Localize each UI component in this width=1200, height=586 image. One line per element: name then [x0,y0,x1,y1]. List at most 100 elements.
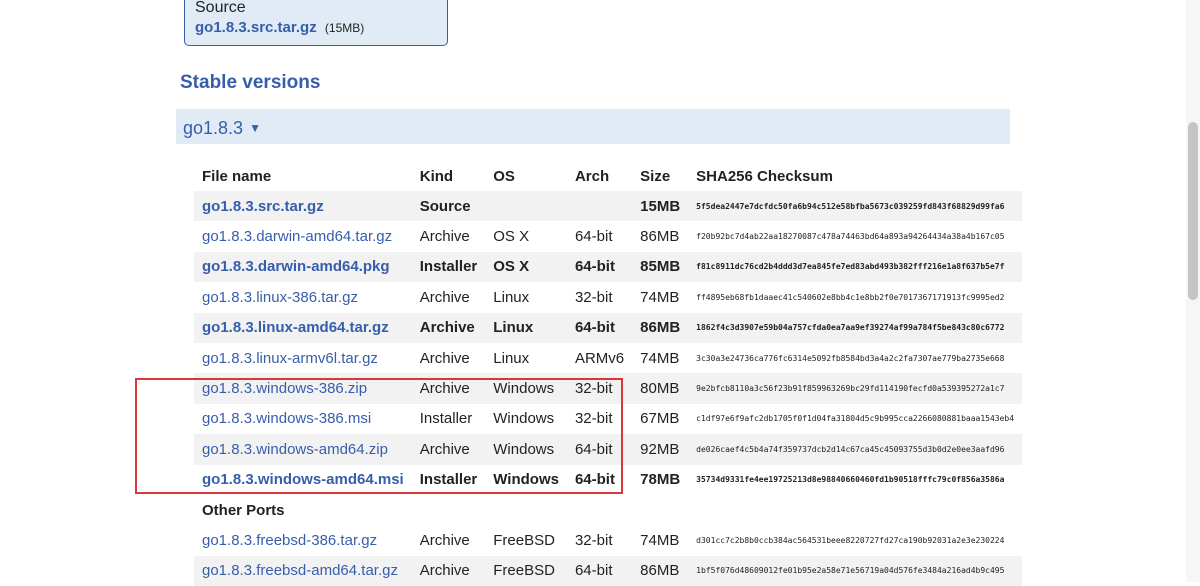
arch-cell: 64-bit [566,464,633,495]
kind-cell: Source [411,191,486,222]
size-cell: 86MB [632,221,689,252]
checksum-cell: d301cc7c2b8b0ccb384ac564531beee8220727fd… [688,525,1023,556]
table-row: go1.8.3.windows-amd64.msi Installer Window… [194,464,1023,495]
os-cell: OS X [485,221,567,252]
os-cell: Linux [485,312,567,343]
kind-cell: Archive [411,434,486,465]
table-row: go1.8.3.darwin-amd64.pkg Installer OS X 64-… [194,251,1023,283]
arch-cell: 32-bit [566,373,633,404]
downloads-table: File name Kind OS Arch Size SHA256 Check… [194,161,1023,586]
source-box-title: Source [195,0,246,16]
col-checksum: SHA256 Checksum [696,167,833,185]
checksum-cell: ff4895eb68fb1daaec41c540602e8bb4c1e8bb2f… [688,282,1023,313]
source-download-box: Source go1.8.3.src.tar.gz (15MB) [184,0,448,46]
file-link[interactable]: go1.8.3.darwin-amd64.tar.gz [194,221,412,252]
kind-cell: Archive [411,525,486,556]
os-cell: Linux [485,282,567,313]
scrollbar[interactable] [1186,0,1200,582]
file-link[interactable]: go1.8.3.src.tar.gz [194,191,412,222]
os-cell: Windows [485,434,567,465]
arch-cell: 32-bit [566,403,633,435]
checksum-cell: 35734d9331fe4ee19725213d8e98840660460fd1… [688,464,1023,495]
size-cell: 74MB [632,282,689,313]
table-row: go1.8.3.windows-386.zip Archive Windows 32-… [194,373,1023,404]
os-cell: FreeBSD [485,555,567,586]
size-cell: 86MB [632,555,689,586]
col-kind: Kind [419,167,454,185]
col-os: OS [493,167,515,185]
col-size: Size [640,167,671,185]
arch-cell [566,191,633,222]
size-cell: 80MB [632,373,689,404]
checksum-cell: 1bf5f076d48609012fe01b95e2a58e71e56719a0… [688,555,1023,586]
os-cell: FreeBSD [485,525,567,556]
table-row: go1.8.3.freebsd-386.tar.gz Archive FreeBSD… [194,525,1023,556]
version-toggle-header[interactable]: go1.8.3 ▼ [176,109,1010,144]
size-cell: 85MB [632,251,689,283]
table-header-row: File name Kind OS Arch Size SHA256 Check… [194,161,1022,191]
source-file-size: (15MB) [324,21,365,35]
kind-cell: Installer [411,464,486,495]
file-link[interactable]: go1.8.3.linux-386.tar.gz [194,282,412,313]
caret-down-icon: ▼ [249,121,261,135]
scrollbar-thumb[interactable] [1188,122,1198,300]
size-cell: 74MB [632,525,689,556]
kind-cell: Archive [411,373,486,404]
size-cell: 74MB [632,342,689,374]
kind-cell: Archive [411,282,486,313]
arch-cell: 64-bit [566,555,633,586]
table-row: go1.8.3.windows-amd64.zip Archive Windows 6… [194,434,1023,465]
kind-cell: Archive [411,312,486,343]
arch-cell: 32-bit [566,282,633,313]
arch-cell: 32-bit [566,525,633,556]
source-file-link[interactable]: go1.8.3.src.tar.gz [195,19,317,36]
size-cell: 78MB [632,464,689,495]
os-cell: OS X [485,251,567,283]
kind-cell: Archive [411,221,486,252]
table-row: go1.8.3.linux-armv6l.tar.gz Archive Linux A… [194,342,1023,374]
arch-cell: 64-bit [566,312,633,343]
version-label: go1.8.3 ▼ [183,118,261,138]
kind-cell: Archive [411,555,486,586]
size-cell: 92MB [632,434,689,465]
table-row: go1.8.3.freebsd-amd64.tar.gz Archive FreeB… [194,555,1023,586]
file-link[interactable]: go1.8.3.linux-amd64.tar.gz [194,312,412,343]
checksum-cell: f81c8911dc76cd2b4ddd3d7ea845fe7ed83abd49… [688,251,1023,283]
file-link[interactable]: go1.8.3.darwin-amd64.pkg [194,251,412,283]
table-body: go1.8.3.src.tar.gz Source 15MB 5f5dea2447e7… [194,191,1023,586]
other-ports-label: Other Ports [194,494,1023,526]
other-ports-row: Other Ports [194,494,1023,526]
arch-cell: ARMv6 [566,342,633,374]
file-link[interactable]: go1.8.3.freebsd-386.tar.gz [194,525,412,556]
checksum-cell: 5f5dea2447e7dcfdc50fa6b94c512e58bfba5673… [688,191,1023,222]
col-arch: Arch [574,167,610,185]
os-cell: Windows [485,464,567,495]
file-link[interactable]: go1.8.3.windows-386.zip [194,373,412,404]
os-cell [485,191,567,222]
arch-cell: 64-bit [566,221,633,252]
file-link[interactable]: go1.8.3.linux-armv6l.tar.gz [194,342,412,374]
checksum-cell: 9e2bfcb8110a3c56f23b91f859963269bc29fd11… [688,373,1023,404]
file-link[interactable]: go1.8.3.windows-amd64.msi [194,464,412,495]
kind-cell: Installer [411,403,486,435]
stable-versions-heading: Stable versions [180,72,321,93]
table-row: go1.8.3.windows-386.msi Installer Windows 3… [194,403,1023,435]
file-link[interactable]: go1.8.3.freebsd-amd64.tar.gz [194,555,412,586]
kind-cell: Archive [411,342,486,374]
size-cell: 86MB [632,312,689,343]
size-cell: 67MB [632,403,689,435]
file-link[interactable]: go1.8.3.windows-386.msi [194,403,412,435]
table-row: go1.8.3.darwin-amd64.tar.gz Archive OS X 64… [194,221,1023,252]
checksum-cell: c1df97e6f9afc2db1705f0f1d04fa31804d5c9b9… [688,403,1023,435]
table-row: go1.8.3.linux-386.tar.gz Archive Linux 32-b… [194,282,1023,313]
kind-cell: Installer [411,251,486,283]
arch-cell: 64-bit [566,434,633,465]
os-cell: Windows [485,403,567,435]
os-cell: Windows [485,373,567,404]
size-cell: 15MB [632,191,689,222]
table-row: go1.8.3.src.tar.gz Source 15MB 5f5dea2447e7… [194,191,1023,222]
arch-cell: 64-bit [566,251,633,283]
col-file-name: File name [202,167,272,185]
checksum-cell: 1862f4c3d3907e59b04a757cfda0ea7aa9ef3927… [688,312,1023,343]
file-link[interactable]: go1.8.3.windows-amd64.zip [194,434,412,465]
